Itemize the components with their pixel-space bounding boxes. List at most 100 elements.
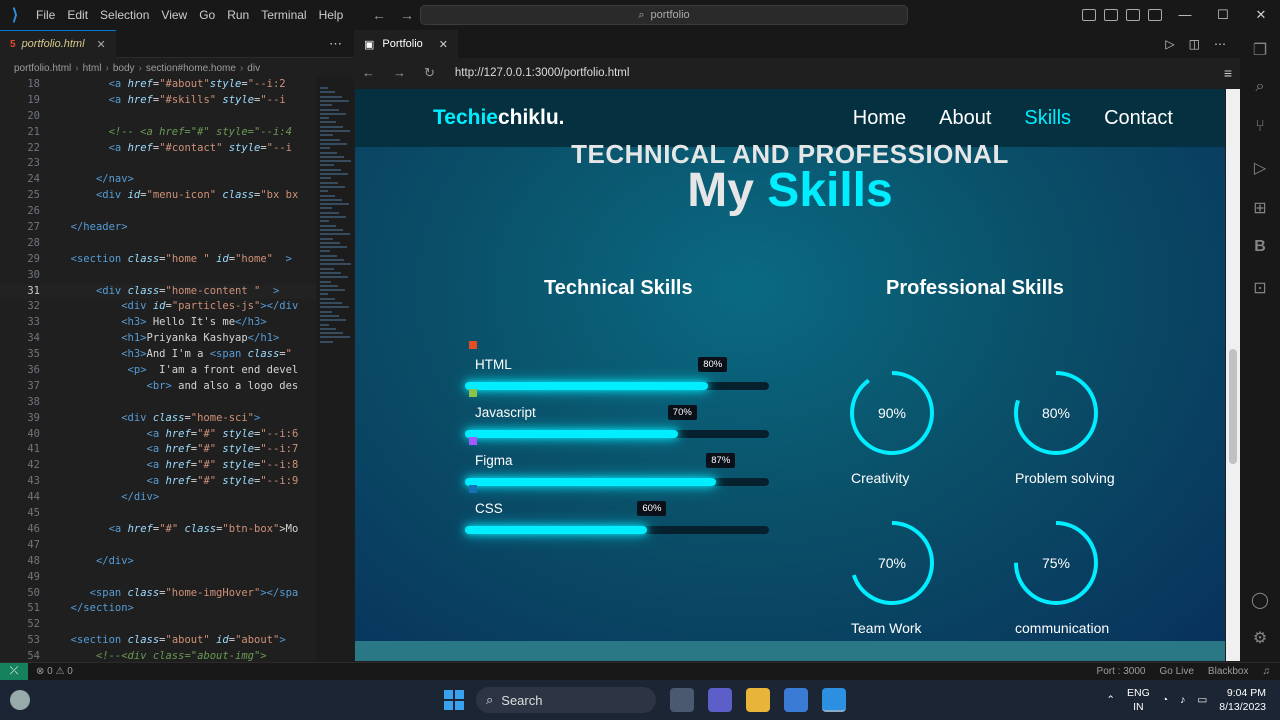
clock[interactable]: 9:04 PM 8/13/2023 [1219,686,1266,714]
account-icon[interactable]: ◯ [1250,590,1270,610]
forward-arrow-icon[interactable]: → [400,7,414,23]
teams-chat-icon[interactable] [708,688,732,712]
code-line[interactable]: 21 <!-- <a href="#" style="--i:4 [0,125,316,141]
code-line[interactable]: 51 </section> [0,601,316,617]
code-line[interactable]: 47 [0,538,316,554]
code-line[interactable]: 26 [0,204,316,220]
battery-icon[interactable]: ▭ [1197,694,1207,706]
menu-edit[interactable]: Edit [61,0,94,30]
menu-file[interactable]: File [30,0,61,30]
breadcrumb-item[interactable]: div [247,63,260,74]
code-line[interactable]: 39 <div class="home-sci"> [0,411,316,427]
more-actions-icon[interactable]: ⋯ [329,36,342,52]
go-live-button[interactable]: Go Live [1159,666,1193,677]
minimize-button[interactable]: — [1166,0,1204,30]
reload-icon[interactable]: ↻ [424,65,435,81]
settings-gear-icon[interactable]: ⚙ [1250,628,1270,648]
code-line[interactable]: 25 <div id="menu-icon" class="bx bx [0,188,316,204]
port-status[interactable]: Port : 3000 [1097,666,1146,677]
code-editor[interactable]: 18 <a href="#about"style="--i:2 19 <a hre… [0,77,316,662]
breadcrumb-item[interactable]: section#home.home [146,63,236,74]
code-line[interactable]: 18 <a href="#about"style="--i:2 [0,77,316,93]
code-line[interactable]: 38 [0,395,316,411]
task-view-icon[interactable] [670,688,694,712]
code-line[interactable]: 30 [0,268,316,284]
menu-selection[interactable]: Selection [94,0,155,30]
code-line[interactable]: 34 <h1>Priyanka Kashyap</h1> [0,331,316,347]
code-line[interactable]: 37 <br> and also a logo des [0,379,316,395]
wifi-icon[interactable]: ◔ [1162,694,1168,706]
remote-indicator-icon[interactable]: ⤫ [0,662,28,681]
menu-help[interactable]: Help [313,0,350,30]
code-line[interactable]: 43 <a href="#" style="--i:9 [0,474,316,490]
menu-terminal[interactable]: Terminal [255,0,312,30]
code-line[interactable]: 23 [0,156,316,172]
menu-view[interactable]: View [155,0,193,30]
close-tab-icon[interactable]: ✕ [439,38,448,51]
code-line[interactable]: 35 <h3>And I'm a <span class=" [0,347,316,363]
browser-forward-icon[interactable]: → [393,65,406,81]
code-line[interactable]: 29 <section class="home " id="home" > [0,252,316,268]
file-explorer-icon[interactable] [746,688,770,712]
code-line[interactable]: 40 <a href="#" style="--i:6 [0,427,316,443]
show-hidden-icons-icon[interactable]: ⌃ [1106,694,1115,706]
breadcrumb-item[interactable]: portfolio.html [14,63,71,74]
terminal-icon[interactable]: ⊡ [1250,278,1270,298]
code-line[interactable]: 46 <a href="#" class="btn-box">Mo [0,522,316,538]
search-icon[interactable]: ⌕ [1250,78,1270,98]
volume-icon[interactable]: ♪ [1180,694,1185,706]
split-editor-icon[interactable]: ◫ [1189,37,1200,51]
code-line[interactable]: 31 <div class="home-content " > [0,283,316,300]
menu-go[interactable]: Go [193,0,221,30]
code-line[interactable]: 54 <!--<div class="about-img"> [0,649,316,662]
start-button[interactable] [444,690,464,710]
blackbox-status[interactable]: Blackbox [1208,666,1249,677]
code-line[interactable]: 27 </header> [0,220,316,236]
code-line[interactable]: 48 </div> [0,554,316,570]
code-line[interactable]: 53 <section class="about" id="about"> [0,633,316,649]
menu-run[interactable]: Run [221,0,255,30]
language-indicator[interactable]: ENG IN [1127,686,1150,714]
microsoft-store-icon[interactable] [784,688,808,712]
code-line[interactable]: 33 <h3> Hello It's me</h3> [0,315,316,331]
url-input[interactable]: http://127.0.0.1:3000/portfolio.html [455,67,630,79]
maximize-button[interactable]: ☐ [1204,0,1242,30]
code-line[interactable]: 41 <a href="#" style="--i:7 [0,442,316,458]
source-control-icon[interactable]: ⑂ [1250,118,1270,138]
more-actions-icon[interactable]: ⋯ [1214,37,1226,51]
code-line[interactable]: 42 <a href="#" style="--i:8 [0,458,316,474]
problems-indicator[interactable]: ⊗ 0 ⚠ 0 [36,666,73,677]
browser-tab-portfolio[interactable]: ▣ Portfolio ✕ [354,30,458,58]
weather-widget-icon[interactable] [10,690,30,710]
command-center-search[interactable]: ⌕ portfolio [420,5,908,25]
notifications-bell-icon[interactable]: ♫ [1263,666,1271,677]
code-line[interactable]: 36 <p> I'am a front end devel [0,363,316,379]
code-line[interactable]: 32 <div id="particles-js"></div [0,299,316,315]
run-debug-icon[interactable]: ▷ [1250,158,1270,178]
code-line[interactable]: 22 <a href="#contact" style="--i [0,141,316,157]
hamburger-menu-icon[interactable]: ≡ [1224,65,1232,81]
close-window-button[interactable]: ✕ [1242,0,1280,30]
code-line[interactable]: 52 [0,617,316,633]
code-line[interactable]: 19 <a href="#skills" style="--i [0,93,316,109]
blackbox-icon[interactable]: B [1250,238,1270,258]
code-line[interactable]: 45 [0,506,316,522]
code-line[interactable]: 20 [0,109,316,125]
minimap[interactable] [316,77,354,662]
browser-back-icon[interactable]: ← [362,65,375,81]
customize-layout-icon[interactable] [1148,9,1162,21]
taskbar-search[interactable]: ⌕ Search [476,687,656,713]
run-icon[interactable]: ▷ [1165,37,1174,51]
code-line[interactable]: 24 </nav> [0,172,316,188]
code-line[interactable]: 28 [0,236,316,252]
code-line[interactable]: 49 [0,570,316,586]
breadcrumb-item[interactable]: body [113,63,135,74]
page-scrollbar[interactable] [1226,89,1240,661]
vscode-taskbar-icon[interactable] [822,688,846,712]
close-tab-icon[interactable]: ✕ [97,38,106,51]
code-line[interactable]: 44 </div> [0,490,316,506]
extensions-icon[interactable]: ⊞ [1250,198,1270,218]
breadcrumb-item[interactable]: html [83,63,102,74]
code-line[interactable]: 50 <span class="home-imgHover"></spa [0,586,316,602]
scrollbar-thumb[interactable] [1229,349,1237,464]
